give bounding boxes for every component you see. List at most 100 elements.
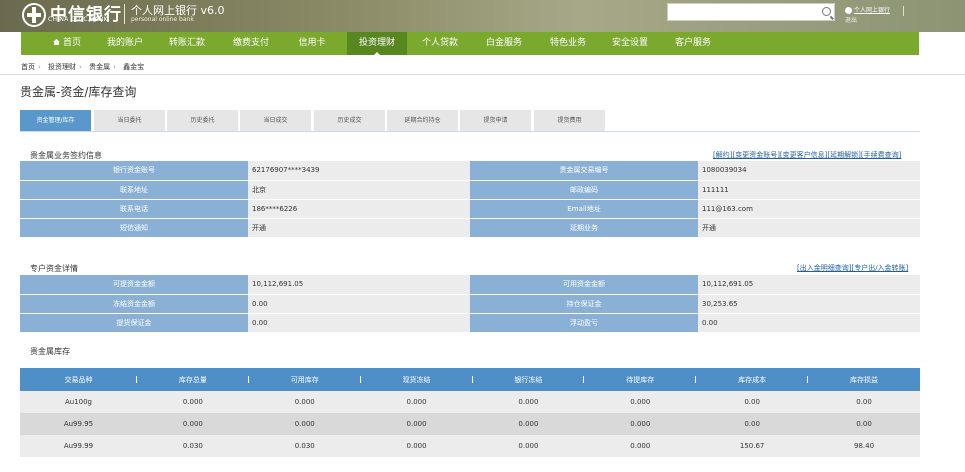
table-cell: 0.000 (472, 391, 585, 413)
table-cell: 0.000 (248, 391, 361, 413)
table-cell: 0.00 (808, 391, 920, 413)
funds-info-table: 可提资金金额 10,112,691.05 可用资金金额 10,112,691.0… (20, 275, 920, 333)
tab-history-orders[interactable]: 历史委托 (167, 110, 239, 132)
field-label: 浮动盈亏 (470, 313, 698, 333)
user-link[interactable]: 个人网上银行 (854, 5, 890, 14)
nav-home-label: 首页 (62, 38, 81, 48)
table-cell: 0.000 (248, 413, 361, 435)
breadcrumb-investment[interactable]: 投资理财 (48, 63, 76, 71)
main-nav: 首页 我的账户 转账汇款 缴费支付 信用卡 投资理财 个人贷款 白金服务 特色业… (21, 32, 919, 55)
table-row: 冻结资金金额 0.00 持仓保证金 30,253.65 (20, 294, 920, 314)
field-label: 冻结资金金额 (20, 294, 248, 314)
column-header: 库存总量 (136, 368, 249, 391)
field-label: 提货保证金 (20, 313, 248, 333)
table-cell: 0.000 (136, 391, 249, 413)
breadcrumb-precious-metal[interactable]: 贵金属 (89, 63, 110, 71)
breadcrumb-current: 鑫金宝 (123, 63, 145, 71)
field-value: 111111 (698, 180, 920, 200)
table-cell: 0.000 (360, 435, 473, 457)
field-label: 延期业务 (470, 218, 698, 238)
table-cell: 0.030 (136, 435, 249, 457)
field-value: 186****6226 (248, 199, 470, 219)
column-header: 库存损益 (808, 368, 920, 391)
table-cell: 0.000 (136, 413, 249, 435)
tab-delivery-fee[interactable]: 提货费用 (534, 110, 606, 132)
tab-delivery-apply[interactable]: 提货申请 (460, 110, 532, 132)
table-cell: 98.40 (808, 435, 920, 457)
funds-action-links[interactable]: [出入金明细查询][专户出/入金转账] (797, 263, 908, 273)
funds-section-title: 专户资金详情 (30, 264, 78, 273)
system-subtitle: personal online bank (131, 16, 194, 23)
nav-payment[interactable]: 缴费支付 (223, 32, 279, 55)
nav-security[interactable]: 安全设置 (601, 32, 659, 55)
table-cell: 0.000 (360, 413, 473, 435)
nav-platinum[interactable]: 白金服务 (475, 32, 533, 55)
table-cell: 0.00 (696, 413, 809, 435)
column-header: 现货冻结 (360, 368, 473, 391)
breadcrumb-home[interactable]: 首页 (21, 63, 35, 71)
nav-investment[interactable]: 投资理财 (347, 32, 407, 55)
tab-today-orders[interactable]: 当日委托 (94, 110, 166, 132)
field-label: 邮政编码 (470, 180, 698, 200)
logout-link[interactable]: 退出 (845, 15, 857, 24)
signing-section-title: 贵金属业务签约信息 (30, 151, 102, 160)
user-icon (845, 7, 852, 14)
breadcrumb-separator: › (113, 63, 116, 71)
field-value: 北京 (248, 180, 470, 200)
field-label: 持仓保证金 (470, 294, 698, 314)
tab-today-deals[interactable]: 当日成交 (240, 110, 312, 132)
title-divider (124, 4, 125, 24)
breadcrumb: 首页 › 投资理财 › 贵金属 › 鑫金宝 (21, 62, 147, 72)
search-input[interactable] (667, 3, 835, 21)
table-cell: 0.00 (808, 413, 920, 435)
header-divider (903, 6, 904, 16)
tab-divider (20, 131, 920, 132)
field-value: 1080039034 (698, 161, 920, 181)
table-row: Au99.95 0.000 0.000 0.000 0.000 0.000 0.… (20, 413, 920, 435)
column-header: 交易品种 (20, 368, 137, 391)
nav-my-account[interactable]: 我的账户 (97, 32, 153, 55)
nav-personal-loan[interactable]: 个人贷款 (411, 32, 469, 55)
nav-transfer[interactable]: 转账汇款 (159, 32, 215, 55)
nav-home[interactable]: 首页 (35, 32, 99, 55)
signing-info-table: 银行资金账号 62176907****3439 贵金属交易编号 10800390… (20, 161, 920, 238)
breadcrumb-separator: › (38, 63, 41, 71)
tab-funds-stock[interactable]: 资金管理/库存 (20, 110, 92, 132)
nav-special[interactable]: 特色业务 (539, 32, 597, 55)
field-value: 开通 (698, 218, 920, 238)
breadcrumb-divider (0, 74, 965, 75)
tab-deferred-positions[interactable]: 延期合约持仓 (387, 110, 459, 132)
bank-english-name: CHINA CITIC BANK (48, 16, 108, 23)
field-label: 可用资金金额 (470, 275, 698, 295)
field-value: 0.00 (698, 313, 920, 333)
search-icon[interactable] (822, 7, 831, 16)
field-value: 30,253.65 (698, 294, 920, 314)
field-label: 银行资金账号 (20, 161, 248, 181)
tab-history-deals[interactable]: 历史成交 (314, 110, 386, 132)
field-value: 111@163.com (698, 199, 920, 219)
table-row: 短信通知 开通 延期业务 开通 (20, 218, 920, 238)
table-cell: 0.000 (584, 413, 697, 435)
table-header-row: 交易品种 库存总量 可用库存 现货冻结 银行冻结 待提库存 库存成本 库存损益 (20, 368, 920, 391)
field-value: 10,112,691.05 (248, 275, 470, 295)
table-cell: 0.000 (472, 413, 585, 435)
table-row: 联系地址 北京 邮政编码 111111 (20, 180, 920, 200)
nav-credit-card[interactable]: 信用卡 (287, 32, 337, 55)
top-header: 中信银行 CHINA CITIC BANK 个人网上银行 v6.0 person… (0, 0, 965, 32)
nav-customer-service[interactable]: 客户服务 (664, 32, 722, 55)
field-value: 62176907****3439 (248, 161, 470, 181)
field-label: Email地址 (470, 199, 698, 219)
field-label: 短信通知 (20, 218, 248, 238)
breadcrumb-separator: › (79, 63, 82, 71)
stock-section-title: 贵金属库存 (30, 347, 70, 356)
table-cell: 0.00 (696, 391, 809, 413)
table-row: 银行资金账号 62176907****3439 贵金属交易编号 10800390… (20, 161, 920, 181)
table-cell: Au100g (20, 391, 137, 413)
field-value: 10,112,691.05 (698, 275, 920, 295)
table-row: Au99.99 0.030 0.030 0.000 0.000 0.000 15… (20, 435, 920, 457)
table-cell: Au99.95 (20, 413, 137, 435)
field-label: 贵金属交易编号 (470, 161, 698, 181)
signing-action-links[interactable]: [解约][变更资金账号][变更客户信息][延期解锁][手续费查询] (713, 150, 901, 160)
table-row: Au100g 0.000 0.000 0.000 0.000 0.000 0.0… (20, 391, 920, 413)
table-cell: 0.000 (584, 391, 697, 413)
